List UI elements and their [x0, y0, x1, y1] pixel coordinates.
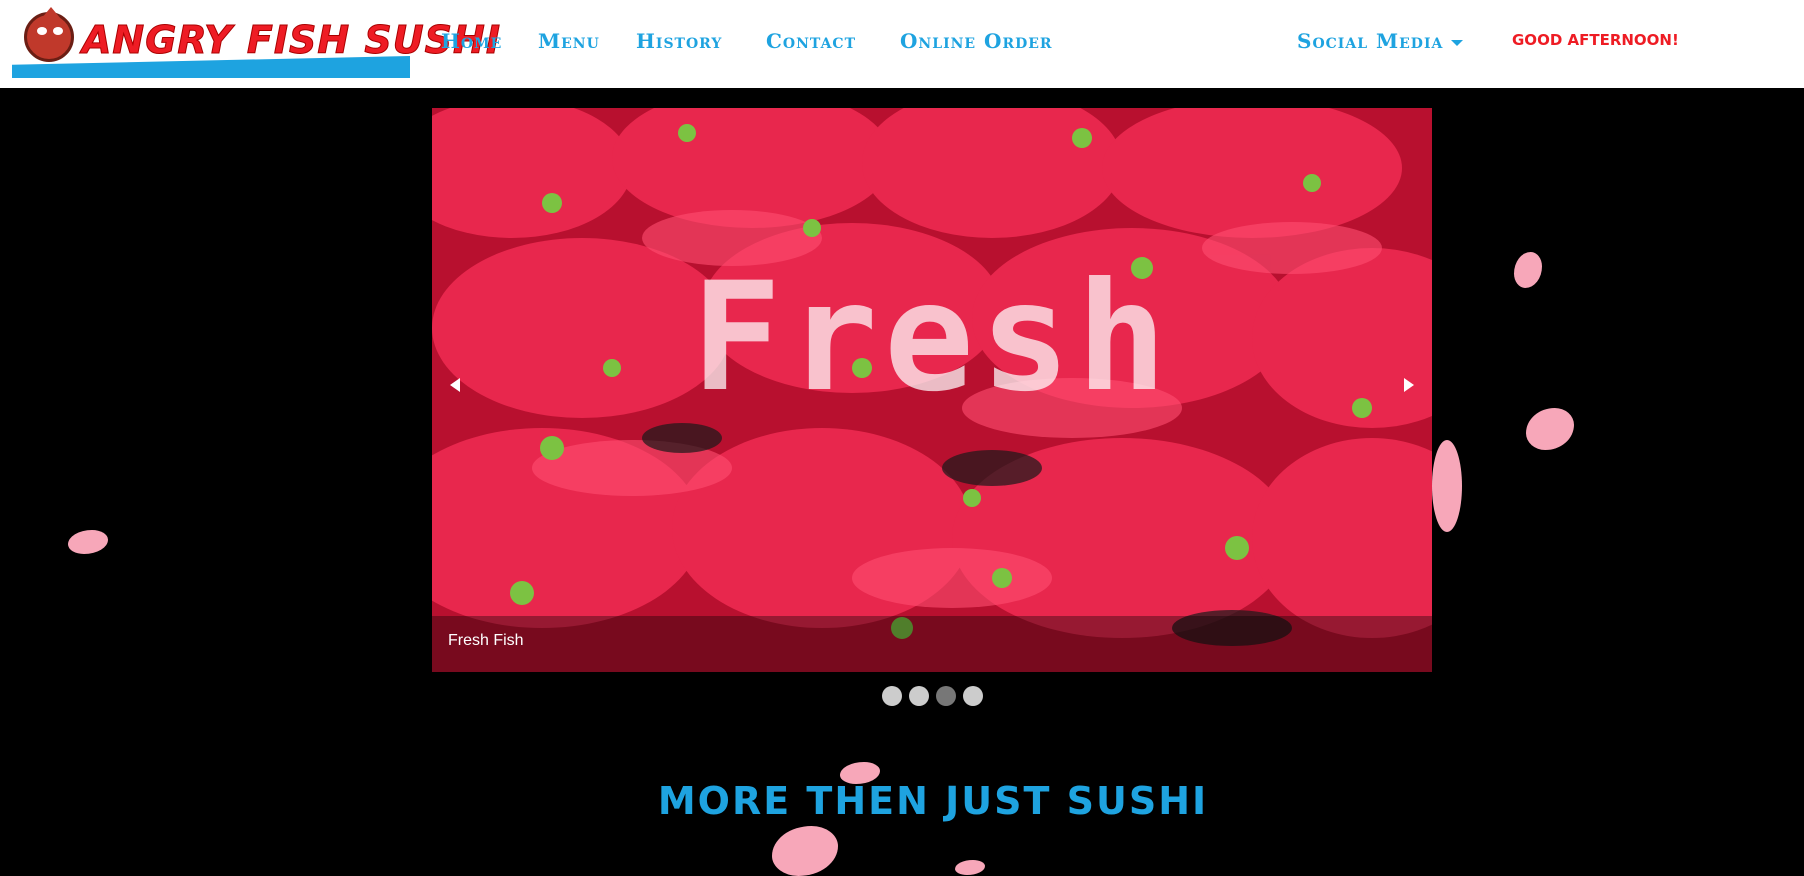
carousel-dot[interactable]	[882, 686, 902, 706]
cherry-blossom-petal-icon	[68, 530, 108, 554]
cherry-blossom-petal-icon	[1514, 252, 1542, 288]
slide-caption: Fresh Fish	[448, 632, 524, 649]
carousel-prev-icon[interactable]	[450, 378, 460, 392]
caption-bar: Fresh Fish	[432, 616, 1432, 672]
hero-carousel: Fresh Fresh Fish	[432, 108, 1432, 672]
nav-home[interactable]: Home	[441, 26, 502, 56]
greeting-text: GOOD AFTERNOON!	[1512, 31, 1679, 49]
top-navbar: ANGRY FISH SUSHI Home Menu History Conta…	[0, 0, 1804, 88]
cherry-blossom-petal-icon	[955, 860, 985, 875]
nav-contact[interactable]: Contact	[766, 26, 856, 56]
cherry-blossom-petal-icon	[772, 826, 838, 876]
nav-menu[interactable]: Menu	[538, 26, 600, 56]
section-headline: MORE THEN JUST SUSHI	[657, 779, 1209, 823]
nav-online-order[interactable]: Online Order	[900, 26, 1053, 56]
social-media-label: Social Media	[1297, 29, 1444, 53]
carousel-next-icon[interactable]	[1404, 378, 1414, 392]
cherry-blossom-petal-icon	[1526, 408, 1574, 450]
carousel-slide: Fresh Fresh Fish	[432, 108, 1432, 672]
nav-history[interactable]: History	[636, 26, 722, 56]
angry-fish-logo-icon	[24, 7, 74, 62]
cherry-blossom-petal-icon	[1432, 440, 1462, 532]
carousel-dot[interactable]	[909, 686, 929, 706]
carousel-dot[interactable]	[963, 686, 983, 706]
social-media-dropdown[interactable]: Social Media	[1297, 26, 1464, 56]
brand-logo[interactable]: ANGRY FISH SUSHI	[12, 7, 500, 78]
brand-name: ANGRY FISH SUSHI	[82, 18, 501, 63]
slide-overlay-word: Fresh	[691, 251, 1173, 425]
carousel-dot-active[interactable]	[936, 686, 956, 706]
chevron-down-icon	[1451, 39, 1464, 46]
